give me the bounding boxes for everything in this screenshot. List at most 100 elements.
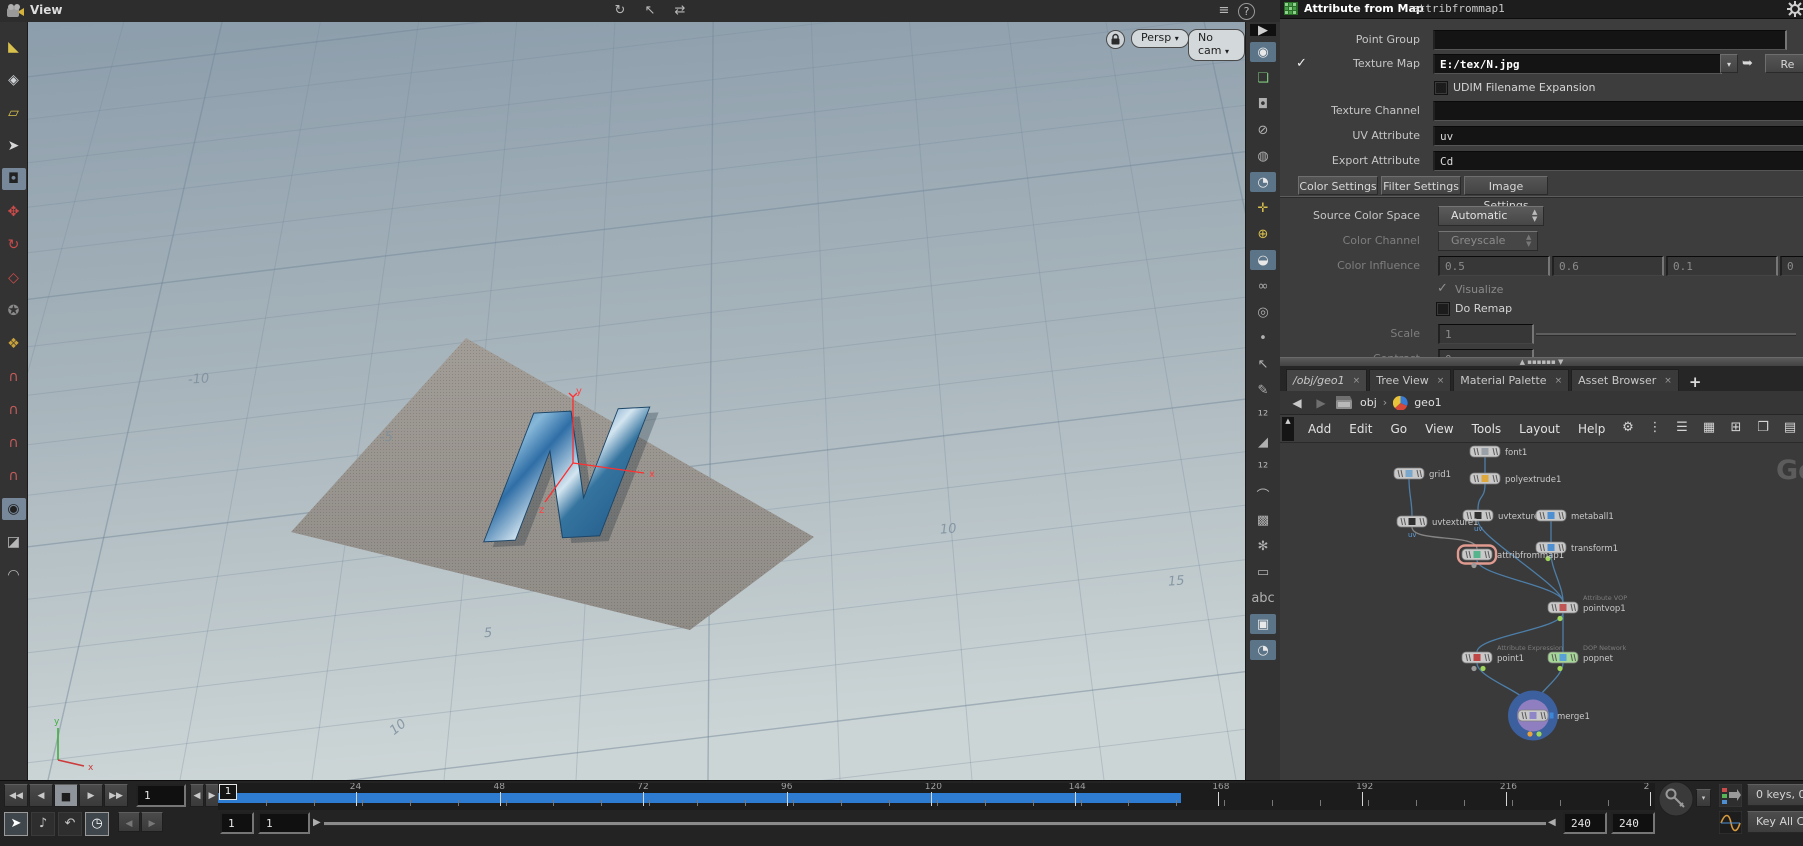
- go-to-start-button[interactable]: ◀◀: [4, 784, 28, 807]
- texture-channel-input[interactable]: [1433, 101, 1803, 121]
- scene-viewport[interactable]: N N y x z y x -10-55101510 Persp ▾: [28, 22, 1245, 780]
- frame-step-back-button[interactable]: ◀: [190, 784, 204, 807]
- headlight-icon[interactable]: ◍: [1250, 146, 1276, 166]
- network-node-uvtexture1[interactable]: uvtexture1 uv: [1396, 515, 1479, 539]
- snap-curve-icon[interactable]: ∩: [2, 399, 26, 421]
- keys-summary-button[interactable]: 0 keys, 0: [1747, 784, 1803, 806]
- node-connection-wire[interactable]: [1477, 520, 1564, 603]
- point-numbers-icon[interactable]: ¹²: [1250, 406, 1276, 426]
- default-light-icon[interactable]: ◔: [1250, 172, 1276, 192]
- close-tab-icon[interactable]: ×: [1437, 376, 1445, 386]
- camera-overlay-icon[interactable]: ◎: [1250, 302, 1276, 322]
- menu-tools[interactable]: Tools: [1472, 422, 1502, 436]
- realtime-toggle-icon[interactable]: ◷: [85, 812, 109, 836]
- global-start-field[interactable]: [220, 812, 254, 834]
- nav-forward-icon[interactable]: ▶: [1312, 396, 1330, 410]
- menu-go[interactable]: Go: [1390, 422, 1407, 436]
- node-connection-wire[interactable]: [1408, 478, 1413, 517]
- network-node-grid1[interactable]: grid1: [1393, 467, 1451, 480]
- menu-layout[interactable]: Layout: [1519, 422, 1560, 436]
- lock-view-icon[interactable]: ◘: [1250, 94, 1276, 114]
- range-slider-right-handle[interactable]: ◀: [1548, 817, 1556, 828]
- select-mode-icon[interactable]: ➤: [4, 812, 28, 836]
- current-frame-field[interactable]: [136, 784, 186, 807]
- snap-point-icon[interactable]: ∩: [2, 432, 26, 454]
- playback-start-field[interactable]: [258, 812, 310, 834]
- pane-tab-material-palette[interactable]: Material Palette ×: [1453, 369, 1570, 391]
- help-icon[interactable]: ?: [1238, 3, 1255, 20]
- prim-numbers-icon[interactable]: ¹²: [1250, 458, 1276, 478]
- menu-help[interactable]: Help: [1578, 422, 1605, 436]
- tab-color-settings[interactable]: Color Settings: [1298, 176, 1378, 195]
- network-node-pointvop1[interactable]: pointvop1 Attribute VOP: [1547, 594, 1627, 622]
- prev-frame-button[interactable]: ◀: [29, 784, 53, 807]
- normals-icon[interactable]: ✻: [1250, 536, 1276, 556]
- surface-tool-icon[interactable]: ◈: [2, 69, 26, 91]
- projection-selector[interactable]: Persp ▾: [1131, 29, 1189, 48]
- rotate-tool-icon[interactable]: ↻: [2, 234, 26, 256]
- viewport-lock-icon[interactable]: [1106, 30, 1125, 49]
- do-remap-checkbox[interactable]: [1436, 302, 1450, 316]
- next-keyframe-button[interactable]: ▶: [141, 812, 163, 832]
- curve-hull-icon[interactable]: ⌒: [1250, 484, 1276, 504]
- network-node-font1[interactable]: font1: [1469, 445, 1527, 458]
- prev-keyframe-button[interactable]: ◀: [118, 812, 140, 832]
- pane-menu-icon[interactable]: ▶: [1250, 23, 1276, 38]
- lock-selection-icon[interactable]: ◘: [1, 168, 26, 190]
- playback-mode-icon[interactable]: ↶: [58, 812, 82, 836]
- pin-marker-icon[interactable]: ✎: [1250, 380, 1276, 400]
- sky-dome-icon[interactable]: ◠: [2, 564, 26, 586]
- grid-display-icon[interactable]: ▭: [1250, 562, 1276, 582]
- export-attribute-input[interactable]: [1433, 151, 1803, 171]
- breadcrumb-geo1[interactable]: geo1: [1414, 396, 1441, 409]
- menu-view[interactable]: View: [1425, 422, 1453, 436]
- visualize-check[interactable]: ✓: [1437, 281, 1448, 296]
- texture-map-dropdown[interactable]: ▾: [1720, 54, 1738, 73]
- pane-tab-obj-geo1[interactable]: /obj/geo1 ×: [1286, 369, 1368, 391]
- breadcrumb-obj[interactable]: obj: [1360, 396, 1377, 409]
- frame-step-forward-button[interactable]: ▶: [205, 784, 219, 807]
- texture-map-input[interactable]: [1433, 54, 1722, 74]
- select-tool-icon[interactable]: ➤: [2, 135, 26, 157]
- playback-end-field[interactable]: [1563, 812, 1607, 834]
- key-options-caret[interactable]: ▾: [1696, 789, 1711, 807]
- shaded-mode-icon[interactable]: ◒: [1250, 250, 1276, 270]
- windows-icon[interactable]: ❐: [1754, 418, 1772, 436]
- scoped-channels-icon[interactable]: [1719, 811, 1742, 834]
- uv-checker-icon[interactable]: ▩: [1250, 510, 1276, 530]
- close-tab-icon[interactable]: ×: [1353, 376, 1361, 386]
- network-node-polyextrude1[interactable]: polyextrude1: [1469, 472, 1561, 485]
- gear-menu-icon[interactable]: [1787, 1, 1803, 17]
- channel-scope-icon[interactable]: [1719, 784, 1742, 807]
- tools-icon[interactable]: ⚙: [1619, 418, 1637, 436]
- scale-tool-icon[interactable]: ◇: [2, 267, 26, 289]
- display-options-icon[interactable]: ≡: [1212, 1, 1236, 20]
- network-scroll-nub[interactable]: ▲: [1282, 417, 1294, 441]
- tab-image-settings[interactable]: Image Settings: [1464, 176, 1548, 212]
- go-to-end-button[interactable]: ▶▶: [104, 784, 128, 807]
- node-name-field[interactable]: attribfrommap1: [1412, 2, 1505, 15]
- stop-button[interactable]: ■: [54, 784, 78, 807]
- camera-selector[interactable]: No cam ▾: [1188, 29, 1245, 61]
- nav-back-icon[interactable]: ◀: [1288, 396, 1306, 410]
- menu-edit[interactable]: Edit: [1349, 422, 1372, 436]
- pose-tool-icon[interactable]: ✪: [2, 300, 26, 322]
- tab-filter-settings[interactable]: Filter Settings: [1381, 176, 1461, 195]
- add-light-icon[interactable]: ✛: [1250, 198, 1276, 218]
- snap-grid-icon[interactable]: ∩: [2, 366, 26, 388]
- grid-view-icon[interactable]: ⊞: [1727, 418, 1745, 436]
- camera-move-icon[interactable]: ⇄: [668, 1, 692, 20]
- pane-tab-tree-view[interactable]: Tree View ×: [1369, 369, 1452, 391]
- text-overlay-icon[interactable]: abc: [1250, 588, 1276, 608]
- set-key-button[interactable]: [1658, 781, 1694, 817]
- file-chooser-icon[interactable]: ➥: [1742, 56, 1753, 71]
- select-cursor-icon[interactable]: ↖: [638, 1, 662, 20]
- source-color-space-dropdown[interactable]: Automatic ▲▼: [1438, 206, 1544, 226]
- camera-tool-icon[interactable]: ◉: [1, 498, 26, 520]
- play-button[interactable]: ▶: [79, 784, 103, 807]
- flipbook-icon[interactable]: ❏: [1250, 68, 1276, 88]
- curve-tool-icon[interactable]: ▱: [2, 102, 26, 124]
- visibility-icon[interactable]: ◉: [1250, 42, 1276, 62]
- menu-add[interactable]: Add: [1308, 422, 1331, 436]
- close-tab-icon[interactable]: ×: [1555, 376, 1563, 386]
